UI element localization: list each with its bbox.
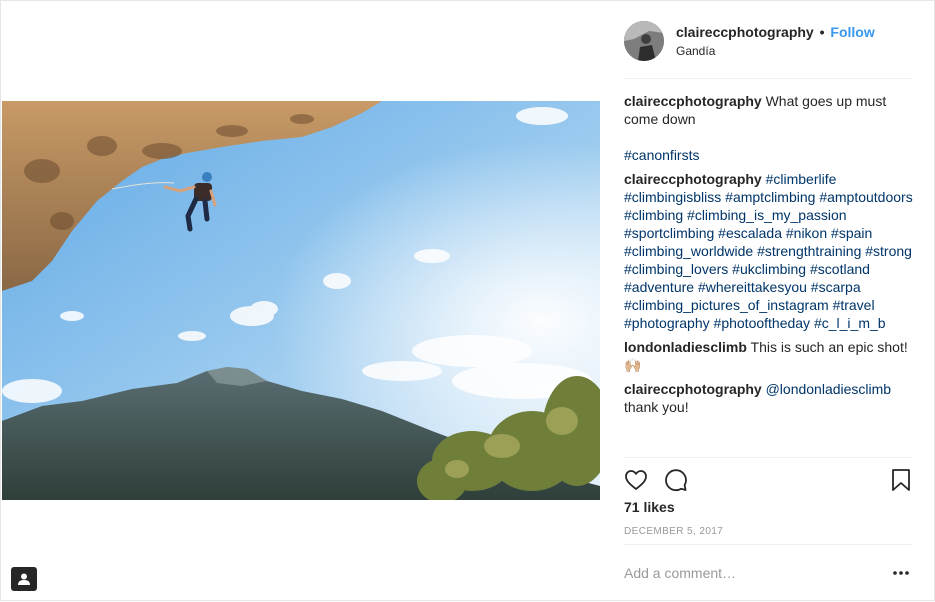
post-container: claireccphotography • Follow Gandía clai… (0, 0, 935, 601)
hashtag-link[interactable]: #escalada (718, 225, 782, 241)
likes-count[interactable]: 71 likes (624, 499, 675, 515)
comment-button[interactable] (664, 468, 688, 497)
bookmark-icon (892, 469, 910, 491)
hashtag-link[interactable]: #amptclimbing (725, 189, 815, 205)
hashtag-link[interactable]: #climbing_pictures_of_instagram (624, 297, 829, 313)
comment-bubble-icon (665, 469, 687, 492)
like-button[interactable] (624, 468, 648, 497)
avatar[interactable] (624, 21, 664, 61)
post-header: claireccphotography • Follow Gandía (624, 19, 912, 79)
hashtag-link[interactable]: #climbing (624, 207, 683, 223)
caption-hashtag[interactable]: #canonfirsts (624, 147, 699, 163)
list-item: claireccphotography @londonladiesclimb t… (624, 380, 914, 416)
more-options-button[interactable] (892, 565, 910, 581)
comment-form (624, 544, 912, 600)
hashtag-link[interactable]: #travel (833, 297, 875, 313)
hashtag-link[interactable]: #adventure (624, 279, 694, 295)
hashtag-link[interactable]: #strengthtraining (757, 243, 861, 259)
mention-link[interactable]: @londonladiesclimb (766, 381, 892, 397)
comment-input[interactable] (624, 563, 874, 583)
caption-username[interactable]: claireccphotography (624, 93, 762, 109)
list-item: claireccphotography #climberlife #climbi… (624, 170, 914, 332)
hashtag-link[interactable]: #nikon (786, 225, 827, 241)
header-username[interactable]: claireccphotography (676, 24, 814, 40)
more-options-icon (893, 571, 909, 575)
post-details-panel: claireccphotography • Follow Gandía clai… (601, 1, 935, 602)
comment-username[interactable]: londonladiesclimb (624, 339, 747, 355)
climbing-photo (2, 101, 600, 500)
hashtag-link[interactable]: #climberlife (766, 171, 837, 187)
avatar-image (624, 21, 664, 61)
location-link[interactable]: Gandía (676, 44, 715, 58)
header-line: claireccphotography • Follow (676, 24, 875, 40)
post-photo[interactable] (2, 101, 600, 500)
caption: claireccphotography What goes up must co… (624, 92, 914, 164)
follow-button[interactable]: Follow (830, 24, 874, 40)
hashtag-link[interactable]: #climbing_worldwide (624, 243, 753, 259)
hashtag-link[interactable]: #ukclimbing (732, 261, 806, 277)
hashtag-link[interactable]: #climbing_lovers (624, 261, 728, 277)
comment-username[interactable]: claireccphotography (624, 171, 762, 187)
heart-icon (625, 470, 647, 490)
header-separator: • (819, 24, 825, 40)
hashtag-link[interactable]: #spain (831, 225, 872, 241)
post-date[interactable]: DECEMBER 5, 2017 (624, 526, 723, 537)
list-item: londonladiesclimb This is such an epic s… (624, 338, 914, 374)
hashtag-link[interactable]: #climbing_is_my_passion (687, 207, 847, 223)
hashtag-link[interactable]: #whereittakesyou (698, 279, 807, 295)
hashtag-link[interactable]: #c_l_i_m_b (814, 315, 886, 331)
hashtag-link[interactable]: #sportclimbing (624, 225, 714, 241)
comment-text: thank you! (624, 399, 689, 415)
comments-list: claireccphotography What goes up must co… (624, 92, 914, 422)
hashtag-link[interactable]: #scotland (810, 261, 870, 277)
hashtag-link[interactable]: #scarpa (811, 279, 861, 295)
action-bar (624, 457, 912, 501)
hashtag-link[interactable]: #strong (865, 243, 912, 259)
user-tag-icon (18, 573, 30, 585)
hashtag-link[interactable]: #amptoutdoors (819, 189, 912, 205)
hashtag-link[interactable]: #photooftheday (714, 315, 811, 331)
user-tag-button[interactable] (11, 567, 37, 591)
save-button[interactable] (890, 468, 912, 497)
hashtag-link[interactable]: #climbingisbliss (624, 189, 721, 205)
comment-username[interactable]: claireccphotography (624, 381, 762, 397)
hashtag-link[interactable]: #photography (624, 315, 710, 331)
